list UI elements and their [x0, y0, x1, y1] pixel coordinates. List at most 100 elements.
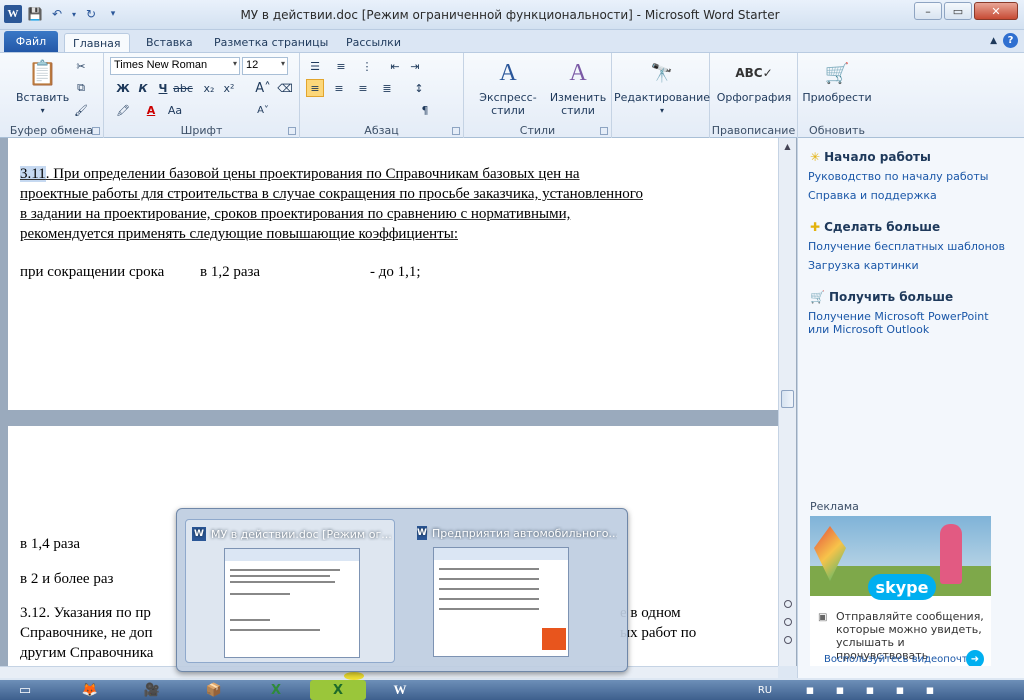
show-formatting-icon[interactable]: ¶ — [416, 101, 434, 119]
vertical-scrollbar[interactable]: ▲ — [778, 138, 796, 666]
firefox-icon[interactable]: 🦊 — [62, 680, 118, 700]
link-getting-started[interactable]: Руководство по началу работы — [808, 170, 988, 183]
scroll-thumb[interactable] — [781, 390, 794, 408]
grow-font-icon[interactable]: A˄ — [254, 79, 272, 97]
sparkle-icon: ✳ — [810, 150, 821, 164]
decrease-indent-icon[interactable]: ⇤ — [386, 57, 404, 75]
increase-indent-icon[interactable]: ⇥ — [406, 57, 424, 75]
ad-go-icon[interactable]: ➜ — [966, 650, 984, 666]
tray-icon[interactable]: ▪ — [800, 680, 820, 700]
ad-label: Реклама — [810, 500, 859, 513]
styles-launcher-icon[interactable] — [600, 127, 608, 135]
link-free-templates[interactable]: Получение бесплатных шаблонов — [808, 240, 1005, 253]
pager-dot-icon[interactable] — [784, 600, 792, 608]
font-size-combo[interactable]: 12 ▾ — [242, 57, 288, 75]
font-launcher-icon[interactable] — [288, 127, 296, 135]
tab-page-layout[interactable]: Разметка страницы — [206, 33, 336, 52]
clipboard-launcher-icon[interactable] — [92, 127, 100, 135]
paragraph-launcher-icon[interactable] — [452, 127, 460, 135]
link-powerpoint-outlook[interactable]: Получение Microsoft PowerPoint или Micro… — [808, 310, 1008, 336]
tab-home[interactable]: Главная — [64, 33, 130, 52]
skype-ad[interactable]: skype ▣ Отправляйте сообщения, которые м… — [810, 516, 991, 666]
cut-icon[interactable]: ✂ — [72, 57, 90, 75]
superscript-button[interactable]: x² — [220, 79, 238, 97]
pager-dot-icon[interactable] — [784, 636, 792, 644]
change-styles-button[interactable]: A Изменить стили — [548, 57, 608, 118]
copy-icon[interactable]: ⧉ — [72, 79, 90, 97]
word-icon: W — [417, 526, 427, 540]
minimize-ribbon-icon[interactable]: ▲ — [990, 36, 997, 46]
shopping-cart-icon: 🛒 — [824, 60, 850, 85]
undo-icon[interactable]: ↶ — [48, 5, 66, 23]
language-indicator[interactable]: RU — [750, 680, 780, 700]
strikethrough-button[interactable]: abc — [173, 79, 193, 97]
bullets-icon[interactable]: ☰ — [306, 57, 324, 75]
spelling-button[interactable]: ABC✓ Орфография — [714, 57, 794, 104]
document-page[interactable]: 3.11. При определении базовой цены проек… — [8, 138, 778, 410]
word-logo-icon[interactable]: W — [4, 5, 22, 23]
format-painter-icon[interactable]: 🖌 — [72, 101, 90, 119]
tray-icon[interactable]: ▪ — [830, 680, 850, 700]
paragraph-2-more[interactable]: в 2 и более раз — [20, 569, 113, 589]
save-icon[interactable]: 💾 — [26, 5, 44, 23]
shrink-font-icon[interactable]: A˅ — [254, 101, 272, 119]
archive-app-icon[interactable]: 📦 — [186, 680, 242, 700]
pager-dot-icon[interactable] — [784, 618, 792, 626]
italic-button[interactable]: К — [134, 79, 152, 97]
express-styles-button[interactable]: A Экспресс-стили — [468, 57, 548, 118]
numbering-icon[interactable]: ≡ — [332, 57, 350, 75]
tab-mailings[interactable]: Рассылки — [338, 33, 409, 52]
redo-icon[interactable]: ↻ — [82, 5, 100, 23]
preview-item-1[interactable]: W МУ в действии.doc [Режим ог... — [185, 519, 395, 663]
tray-icon[interactable]: ▪ — [920, 680, 940, 700]
font-color-icon[interactable]: A — [142, 101, 160, 119]
paragraph-1-4[interactable]: в 1,4 раза — [20, 534, 80, 554]
word-taskbar-icon[interactable]: W — [372, 680, 428, 700]
underline-button[interactable]: Ч — [154, 79, 172, 97]
editing-button[interactable]: 🔭 Редактирование ▾ — [614, 57, 710, 117]
justify-button[interactable]: ≣ — [378, 79, 396, 97]
paste-button[interactable]: 📋 Вставить ▾ — [16, 57, 69, 117]
tab-insert[interactable]: Вставка — [138, 33, 201, 52]
more-heading: ✚ Сделать больше — [810, 220, 941, 234]
subscript-button[interactable]: x₂ — [200, 79, 218, 97]
excel-active-icon[interactable]: X — [310, 680, 366, 700]
tray-icon[interactable]: ▪ — [890, 680, 910, 700]
excel-icon[interactable]: X — [248, 680, 304, 700]
maximize-button[interactable]: ▭ — [944, 2, 972, 20]
align-center-button[interactable]: ≡ — [330, 79, 348, 97]
paste-icon: 📋 — [27, 58, 58, 87]
scroll-up-icon[interactable]: ▲ — [779, 138, 796, 154]
align-left-button[interactable]: ≡ — [306, 79, 324, 97]
ad-link[interactable]: Воспользуйтесь видеопочтой — [824, 654, 980, 665]
link-clipart[interactable]: Загрузка картинки — [808, 259, 919, 272]
binoculars-icon: 🔭 — [650, 62, 674, 84]
multilevel-list-icon[interactable]: ⋮ — [358, 57, 376, 75]
tab-file[interactable]: Файл — [4, 31, 58, 52]
preview-item-2[interactable]: W Предприятия автомобильного... — [411, 519, 621, 663]
camera-app-icon[interactable]: 🎥 — [124, 680, 180, 700]
bold-button[interactable]: Ж — [114, 79, 132, 97]
font-name-combo[interactable]: Times New Roman ▾ — [110, 57, 240, 75]
highlight-icon[interactable]: 🖍 — [114, 101, 132, 119]
group-update: 🛒 Приобрести Обновить — [798, 53, 876, 139]
undo-dropdown-icon[interactable]: ▾ — [70, 5, 78, 23]
change-case-icon[interactable]: Aa — [166, 101, 184, 119]
clear-formatting-icon[interactable]: ⌫ — [276, 79, 294, 97]
help-icon[interactable]: ? — [1003, 33, 1018, 48]
start-button[interactable]: ▭ — [0, 680, 50, 700]
link-help-support[interactable]: Справка и поддержка — [808, 189, 937, 202]
paragraph-3-12[interactable]: 3.12. Указания по пр Справочнике, не доп… — [20, 603, 180, 663]
align-right-button[interactable]: ≡ — [354, 79, 372, 97]
line-spacing-icon[interactable]: ↕ — [410, 79, 428, 97]
girl-image — [940, 524, 962, 584]
group-styles: A Экспресс-стили A Изменить стили Стили — [464, 53, 612, 139]
minimize-button[interactable]: – — [914, 2, 942, 20]
customize-qat-icon[interactable]: ▾ — [104, 5, 122, 23]
paragraph-coefficients[interactable]: при сокращении срока в 1,2 раза - до 1,1… — [20, 262, 770, 282]
buy-button[interactable]: 🛒 Приобрести — [800, 57, 874, 105]
quick-access-toolbar: W 💾 ↶ ▾ ↻ ▾ — [4, 5, 122, 23]
tray-icon[interactable]: ▪ — [860, 680, 880, 700]
close-button[interactable]: ✕ — [974, 2, 1018, 20]
paragraph-3-11[interactable]: 3.11. При определении базовой цены проек… — [20, 164, 770, 244]
